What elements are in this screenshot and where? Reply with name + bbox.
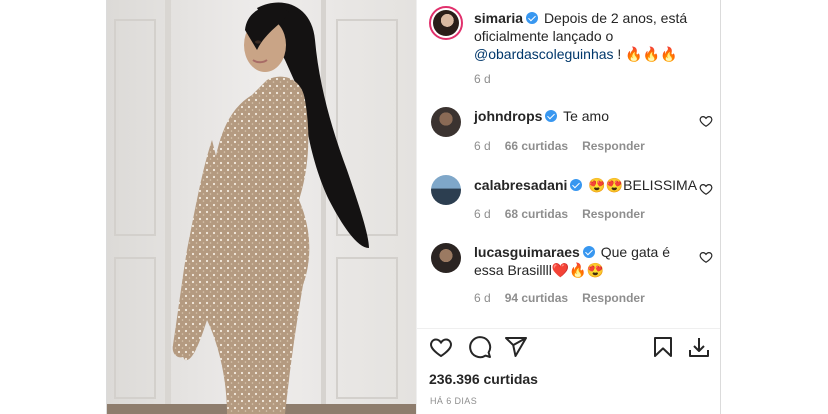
reply-button[interactable]: Responder xyxy=(582,291,645,305)
verified-badge-icon xyxy=(570,179,583,191)
comment-icon[interactable] xyxy=(468,335,492,359)
caption: simaria Depois de 2 anos, está oficialme… xyxy=(474,9,714,63)
post-date[interactable]: HÁ 6 DIAS xyxy=(430,396,477,406)
comment-age: 6 d xyxy=(474,291,491,305)
save-icon[interactable] xyxy=(651,335,675,359)
comment-age: 6 d xyxy=(474,207,491,221)
action-bar xyxy=(417,328,720,365)
verified-badge-icon xyxy=(545,110,558,122)
author-username[interactable]: simaria xyxy=(474,10,523,26)
commenter-avatar[interactable] xyxy=(431,107,461,137)
commenter-username[interactable]: johndrops xyxy=(474,108,542,124)
comment-3: lucasguimaraes Que gata é essa Brasillll… xyxy=(474,243,704,279)
author-avatar[interactable] xyxy=(429,6,463,40)
heart-icon[interactable] xyxy=(429,335,453,359)
reply-button[interactable]: Responder xyxy=(582,139,645,153)
download-icon[interactable] xyxy=(687,335,711,359)
caption-tail: ! 🔥🔥🔥 xyxy=(613,46,678,62)
comment-likes[interactable]: 68 curtidas xyxy=(505,207,568,221)
caption-age: 6 d xyxy=(474,72,491,86)
comment-1: johndrops Te amo xyxy=(474,107,609,125)
post-sidebar: simaria Depois de 2 anos, está oficialme… xyxy=(416,0,720,414)
likes-count[interactable]: 236.396 curtidas xyxy=(429,371,538,387)
commenter-username[interactable]: lucasguimaraes xyxy=(474,244,580,260)
commenter-avatar[interactable] xyxy=(431,175,461,205)
comment-like-heart-icon[interactable] xyxy=(699,114,713,128)
commenter-username[interactable]: calabresadani xyxy=(474,177,567,193)
comment-like-heart-icon[interactable] xyxy=(699,250,713,264)
share-icon[interactable] xyxy=(504,335,528,359)
comment-like-heart-icon[interactable] xyxy=(699,182,713,196)
commenter-avatar[interactable] xyxy=(431,243,461,273)
comment-likes[interactable]: 66 curtidas xyxy=(505,139,568,153)
comment-meta: 6 d 66 curtidas Responder xyxy=(474,139,645,153)
comment-text: Que gata é xyxy=(600,244,671,260)
instagram-post: simaria Depois de 2 anos, está oficialme… xyxy=(106,0,721,414)
comment-likes[interactable]: 94 curtidas xyxy=(505,291,568,305)
verified-badge-icon xyxy=(582,246,595,258)
comment-2: calabresadani 😍😍BELISSIMA xyxy=(474,176,697,194)
caption-line1: Depois de 2 anos, está xyxy=(543,10,688,26)
comment-text: 😍😍BELISSIMA xyxy=(588,177,698,193)
caption-mention-link[interactable]: @obardascoleguinhas xyxy=(474,46,614,62)
caption-line2: oficialmente lançado o xyxy=(474,28,614,44)
comment-age: 6 d xyxy=(474,139,491,153)
comment-text: Te amo xyxy=(563,108,609,124)
comment-text-line2: essa Brasillll❤️🔥😍 xyxy=(474,262,605,278)
comment-meta: 6 d 68 curtidas Responder xyxy=(474,207,645,221)
post-photo[interactable] xyxy=(107,0,416,414)
comment-meta: 6 d 94 curtidas Responder xyxy=(474,291,645,305)
verified-badge-icon xyxy=(526,12,539,24)
reply-button[interactable]: Responder xyxy=(582,207,645,221)
